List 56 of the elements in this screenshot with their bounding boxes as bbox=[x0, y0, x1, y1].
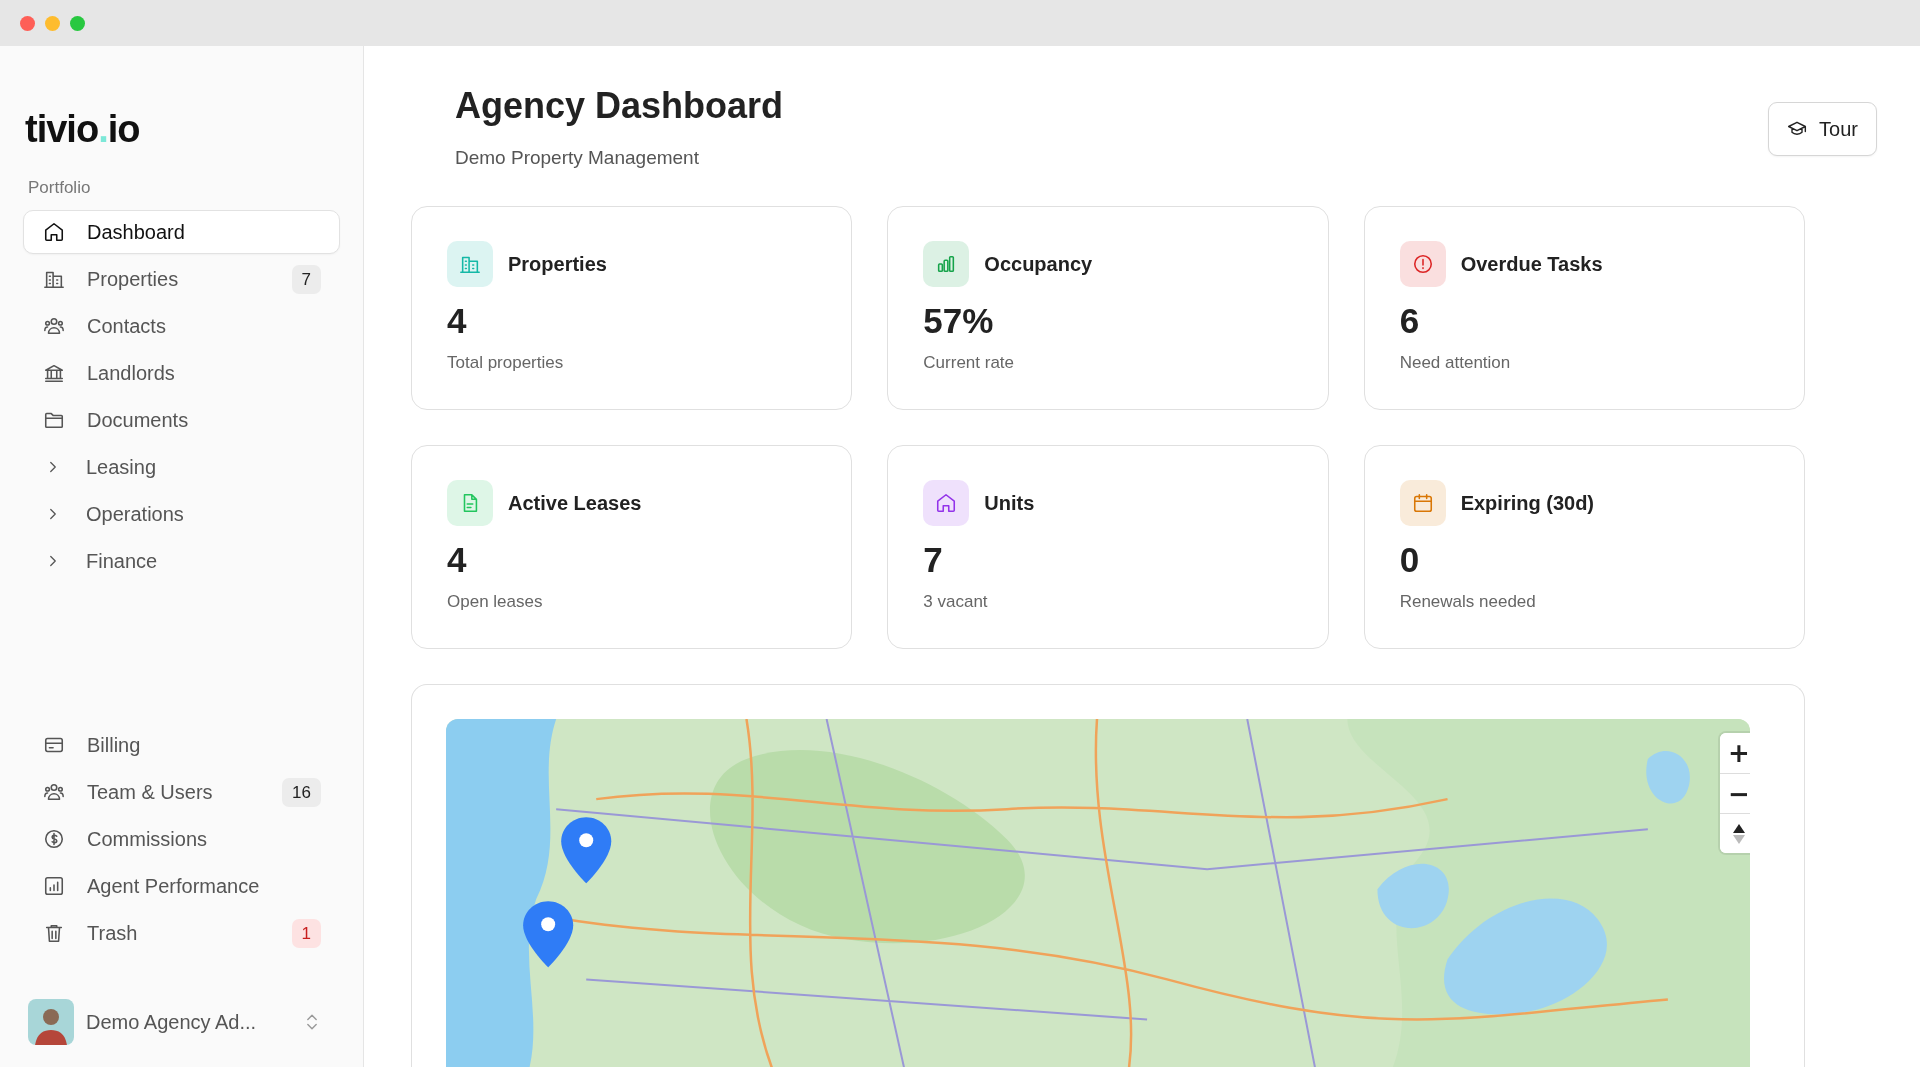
card-title: Overdue Tasks bbox=[1460, 252, 1603, 276]
nav-item[interactable]: Commissions bbox=[23, 817, 340, 861]
chart-icon bbox=[43, 875, 65, 897]
compass-icon bbox=[1732, 822, 1746, 845]
people-icon bbox=[43, 781, 65, 803]
page-subtitle: Demo Property Management bbox=[455, 147, 700, 170]
home-icon bbox=[935, 492, 958, 515]
logo[interactable]: tivio.io bbox=[25, 110, 140, 148]
stat-caption: Open leases bbox=[447, 592, 544, 613]
stat-caption: Need attention bbox=[1399, 353, 1512, 374]
trash-icon bbox=[43, 922, 65, 944]
nav-group[interactable]: Operations bbox=[23, 492, 340, 536]
card-title: Units bbox=[984, 491, 1035, 515]
page-title: Agency Dashboard bbox=[455, 84, 784, 128]
calendar-icon bbox=[1411, 492, 1434, 515]
stat-value: 4 bbox=[447, 301, 468, 342]
avatar bbox=[28, 999, 74, 1045]
maximize-button[interactable] bbox=[70, 15, 85, 31]
compass-button[interactable] bbox=[1720, 813, 1750, 854]
nav-item[interactable]: Documents bbox=[23, 398, 340, 442]
nav-item[interactable]: Landlords bbox=[23, 351, 340, 395]
alert-icon bbox=[1411, 253, 1434, 276]
home-icon bbox=[43, 221, 65, 243]
section-label: Portfolio bbox=[28, 178, 92, 198]
minimize-button[interactable] bbox=[45, 15, 60, 31]
user-menu[interactable]: Demo Agency Ad... bbox=[23, 991, 340, 1053]
card-title: Active Leases bbox=[508, 491, 642, 515]
people-icon bbox=[43, 315, 65, 337]
stat-value: 57% bbox=[923, 301, 995, 342]
bank-icon bbox=[43, 362, 65, 384]
nav-item[interactable]: Contacts bbox=[23, 304, 340, 348]
count-badge: 16 bbox=[282, 777, 321, 807]
dollar-icon bbox=[43, 828, 65, 850]
stat-value: 6 bbox=[1399, 301, 1421, 342]
nav-group[interactable]: Finance bbox=[23, 539, 340, 583]
stat-caption: Current rate bbox=[923, 353, 1016, 374]
nav-item[interactable]: Properties 7 bbox=[23, 257, 340, 301]
stat-caption: Renewals needed bbox=[1399, 592, 1537, 613]
nav-group[interactable]: Leasing bbox=[23, 445, 340, 489]
nav-item[interactable]: Dashboard bbox=[23, 210, 340, 254]
card-title: Occupancy bbox=[984, 252, 1093, 276]
card-title: Expiring (30d) bbox=[1460, 491, 1594, 515]
stat-value: 0 bbox=[1399, 540, 1421, 581]
nav-item[interactable]: Agent Performance bbox=[23, 864, 340, 908]
close-button[interactable] bbox=[20, 15, 35, 31]
count-badge: 7 bbox=[291, 264, 321, 294]
stat-value: 4 bbox=[447, 540, 468, 581]
count-badge: 1 bbox=[291, 918, 321, 948]
nav-item[interactable]: Billing bbox=[23, 723, 340, 767]
stat-caption: 3 vacant bbox=[923, 592, 989, 613]
tour-button[interactable]: Tour bbox=[1768, 102, 1877, 156]
card-title: Properties bbox=[508, 252, 607, 276]
stat-caption: Total properties bbox=[447, 353, 565, 374]
nav-item[interactable]: Trash 1 bbox=[23, 911, 340, 955]
nav-item[interactable]: Team & Users 16 bbox=[23, 770, 340, 814]
stat-value: 7 bbox=[923, 540, 944, 581]
